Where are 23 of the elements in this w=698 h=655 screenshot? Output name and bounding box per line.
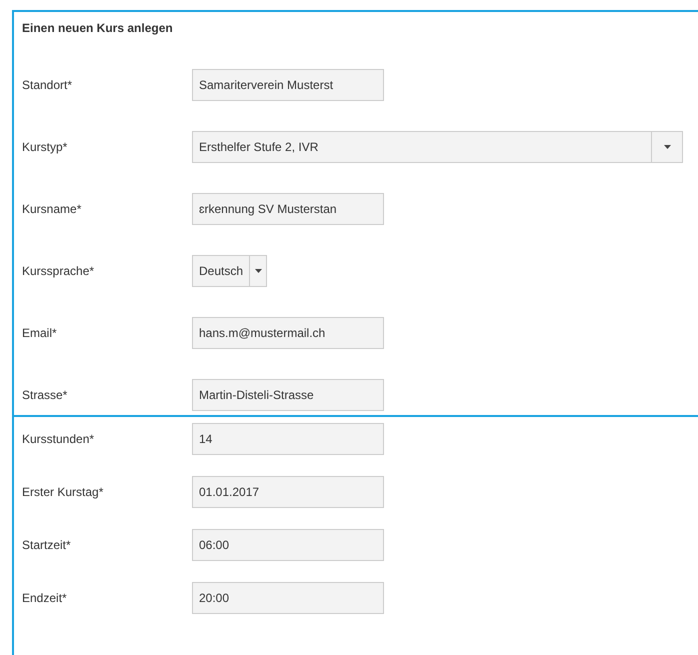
input-field[interactable]: hans.m@mustermail.ch — [192, 317, 384, 349]
field-label: Kursstunden* — [22, 432, 96, 446]
input-field[interactable]: 14 — [192, 423, 384, 455]
field-label: Strasse* — [22, 388, 68, 402]
dropdown[interactable]: Ersthelfer Stufe 2, IVR — [192, 131, 683, 163]
field-label: Standort* — [22, 78, 74, 92]
input-field[interactable]: 01.01.2017 — [192, 476, 384, 508]
form-title: Einen neuen Kurs anlegen — [22, 20, 174, 37]
field-label: Kurssprache* — [22, 264, 96, 278]
input-field[interactable]: 06:00 — [192, 529, 384, 561]
input-field[interactable]: Samariterverein Musterst — [192, 69, 384, 101]
field-label: Email* — [22, 326, 58, 340]
input-field[interactable]: Martin-Disteli-Strasse — [192, 379, 384, 411]
input-field[interactable]: ɛrkennung SV Musterstan — [192, 193, 384, 225]
field-label: Startzeit* — [22, 538, 72, 552]
dropdown[interactable]: Deutsch — [192, 255, 268, 287]
field-label: Kurstyp* — [22, 140, 68, 154]
input-field[interactable]: 20:00 — [192, 582, 384, 614]
field-label: Kursname* — [22, 202, 82, 216]
caret-icon — [664, 145, 670, 149]
field-label: Endzeit* — [22, 591, 68, 605]
field-label: Erster Kurstag* — [22, 485, 104, 499]
caret-icon — [254, 269, 262, 273]
